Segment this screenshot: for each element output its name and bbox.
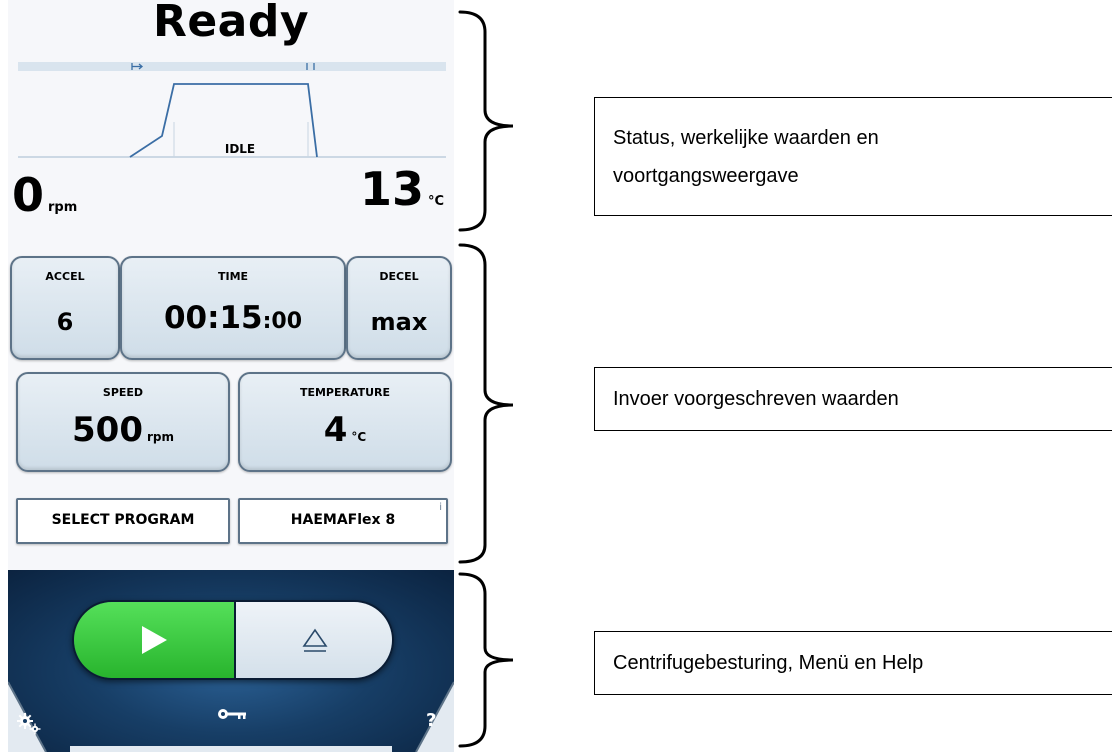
status-bracket — [458, 10, 514, 232]
annotation-status-line-1: Status, werkelijke waarden en — [613, 126, 879, 149]
annotation-status: Status, werkelijke waarden en voortgangs… — [594, 97, 1112, 216]
annotation-controls-text: Centrifugebesturing, Menü en Help — [613, 652, 924, 674]
controls-bracket — [458, 572, 514, 748]
setpoints-bracket — [458, 243, 514, 564]
annotation-controls: Centrifugebesturing, Menü en Help — [594, 631, 1112, 695]
annotation-setpoints: Invoer voorgeschreven waarden — [594, 367, 1112, 431]
annotation-status-line-2: voortgangsweergave — [613, 164, 799, 187]
annotation-setpoints-text: Invoer voorgeschreven waarden — [613, 388, 899, 410]
